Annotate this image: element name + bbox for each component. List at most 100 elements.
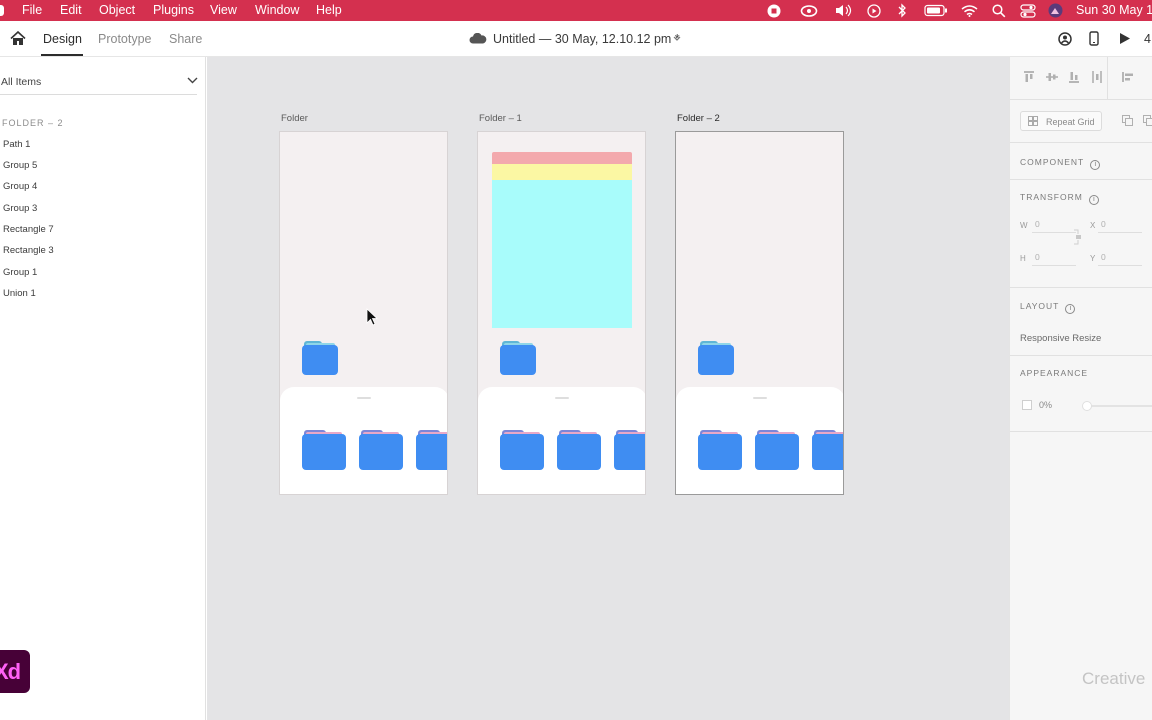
folder-icon[interactable] [302,430,346,470]
layer-item[interactable]: Path 1 [3,139,30,150]
search-icon[interactable] [992,4,1006,18]
layer-item[interactable]: Rectangle 7 [3,224,54,235]
height-field[interactable]: 0 [1035,252,1040,262]
card-yellow[interactable] [492,164,632,180]
apple-menu-icon[interactable] [0,5,4,16]
menu-clock[interactable]: Sun 30 May 1 [1076,3,1152,17]
bluetooth-icon[interactable] [897,3,907,18]
align-left-icon[interactable] [1122,71,1134,83]
artboard-label[interactable]: Folder [281,113,308,124]
align-middle-icon[interactable] [1046,71,1058,83]
battery-icon[interactable] [924,4,948,17]
folder-icon[interactable] [698,430,742,470]
volume-icon[interactable] [835,4,852,17]
info-icon[interactable]: i [1090,160,1101,170]
mouse-cursor-icon [366,308,378,326]
document-title[interactable]: Untitled — 30 May, 12.10.12 pm * [493,32,680,46]
design-canvas[interactable]: Folder Folder – 1 Folder – 2 [207,57,1009,720]
folder-icon[interactable] [302,341,338,375]
layer-item[interactable]: Rectangle 3 [3,245,54,256]
menu-window[interactable]: Window [255,3,299,17]
card-pink[interactable] [492,152,632,164]
chevron-down-icon[interactable] [673,36,681,42]
creative-cloud-icon[interactable] [800,4,818,17]
control-center-icon[interactable] [1020,4,1036,18]
opacity-value[interactable]: 0% [1039,400,1052,410]
artboard-label[interactable]: Folder – 1 [479,113,522,124]
x-field-underline [1098,232,1142,233]
divider [1107,57,1108,99]
sheet-grabber [753,397,767,399]
device-preview-icon[interactable] [1089,31,1099,46]
folder-icon[interactable] [698,341,734,375]
artboard-heading[interactable]: FOLDER – 2 [2,118,64,128]
menu-view[interactable]: View [210,3,237,17]
play-circle-icon[interactable] [867,4,881,18]
record-icon[interactable] [767,4,781,18]
y-field-underline [1098,265,1142,266]
folder-icon[interactable] [614,430,645,470]
play-preview-icon[interactable] [1119,32,1131,45]
card-cyan[interactable] [492,180,632,328]
x-label: X [1090,221,1096,230]
folder-icon[interactable] [812,430,843,470]
component-heading: COMPONENT i [1020,157,1101,170]
folder-icon[interactable] [359,430,403,470]
menu-bar: File Edit Object Plugins View Window Hel… [0,0,1152,21]
folder-icon[interactable] [416,430,447,470]
opacity-swatch[interactable] [1022,400,1032,410]
responsive-resize-label[interactable]: Responsive Resize [1020,333,1101,344]
folder-icon[interactable] [500,341,536,375]
folder-icon[interactable] [500,430,544,470]
app-toolbar: Design Prototype Share Untitled — 30 May… [0,21,1152,57]
zoom-level[interactable]: 4 [1144,32,1151,46]
opacity-slider-track[interactable] [1086,405,1152,407]
layers-filter-label[interactable]: All Items [1,76,41,88]
menu-edit[interactable]: Edit [60,3,82,17]
distribute-vertical-icon[interactable] [1091,71,1103,83]
share-user-icon[interactable] [1058,32,1072,46]
folder-icon[interactable] [557,430,601,470]
bottom-sheet [280,387,447,494]
menu-plugins[interactable]: Plugins [153,3,194,17]
wifi-icon[interactable] [961,4,978,17]
card-stack[interactable] [492,152,632,328]
layer-item[interactable]: Group 5 [3,160,37,171]
height-label: H [1020,254,1026,263]
repeat-grid-button[interactable]: Repeat Grid [1020,111,1102,131]
tab-design[interactable]: Design [43,32,82,46]
info-icon[interactable]: i [1088,195,1099,205]
tab-prototype[interactable]: Prototype [98,32,152,46]
chevron-down-icon[interactable] [187,76,198,85]
home-icon[interactable] [10,31,26,46]
artboard-label[interactable]: Folder – 2 [677,113,720,124]
user-avatar-icon[interactable] [1048,3,1063,18]
width-label: W [1020,221,1028,230]
artboard-folder-2[interactable] [675,131,844,495]
layer-item[interactable]: Union 1 [3,288,36,299]
layer-item[interactable]: Group 1 [3,267,37,278]
sheet-grabber [555,397,569,399]
align-bottom-icon[interactable] [1068,71,1080,83]
tab-share[interactable]: Share [169,32,202,46]
opacity-slider-handle[interactable] [1082,401,1092,411]
folder-icon[interactable] [755,430,799,470]
artboard-folder[interactable] [279,131,448,495]
menu-help[interactable]: Help [316,3,342,17]
artboard-folder-1[interactable] [477,131,646,495]
duplicate-icon[interactable] [1122,115,1134,127]
layer-item[interactable]: Group 4 [3,181,37,192]
width-field[interactable]: 0 [1035,219,1040,229]
menu-file[interactable]: File [22,3,42,17]
x-field[interactable]: 0 [1101,219,1106,229]
menu-object[interactable]: Object [99,3,135,17]
layer-item[interactable]: Group 3 [3,203,37,214]
divider [1010,287,1152,288]
duplicate-alt-icon[interactable] [1143,115,1152,127]
lock-aspect-icon[interactable] [1073,229,1082,245]
align-top-icon[interactable] [1023,71,1035,83]
y-field[interactable]: 0 [1101,252,1106,262]
height-field-underline [1032,265,1076,266]
component-heading-label: COMPONENT [1020,157,1085,167]
info-icon[interactable]: i [1065,304,1076,314]
